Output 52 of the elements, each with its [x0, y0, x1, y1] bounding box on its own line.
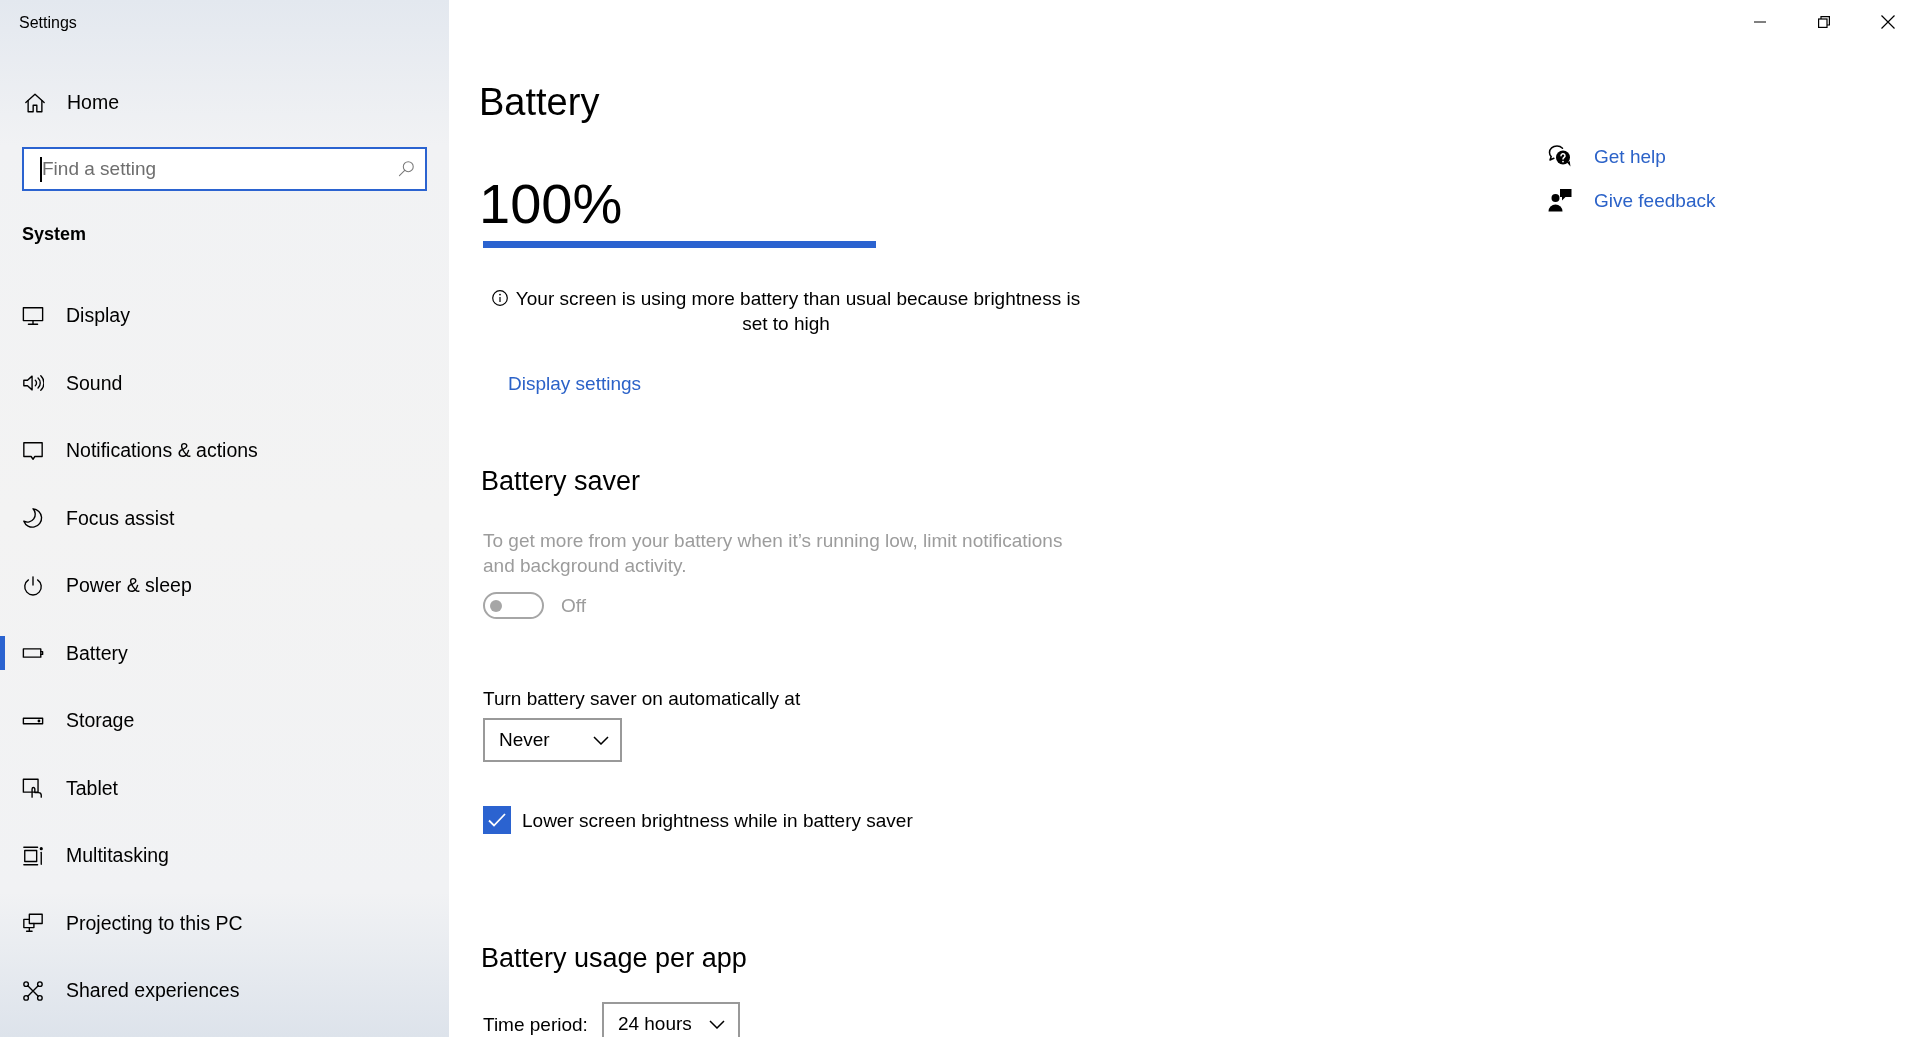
checkbox-label: Lower screen brightness while in battery saver [522, 808, 913, 833]
close-icon [1881, 15, 1895, 29]
battery-percentage: 100% [479, 172, 623, 236]
time-period-label: Time period: [483, 1012, 588, 1037]
window-title: Settings [19, 13, 77, 33]
time-period-dropdown[interactable]: 24 hours [601, 1002, 740, 1037]
selection-indicator [0, 636, 5, 671]
multitask-icon [22, 844, 44, 867]
chevron-down-icon [593, 735, 609, 745]
section-heading: Battery saver [481, 465, 641, 498]
feedback-link[interactable]: Give feedback [1594, 187, 1716, 213]
power-icon [22, 574, 44, 597]
monitors-icon [22, 912, 44, 935]
nav-item[interactable]: Power & sleep [0, 565, 202, 606]
question-bubbles-icon [1548, 144, 1572, 168]
nav-item[interactable]: Display [0, 295, 140, 336]
monitor-icon [22, 304, 44, 327]
restore-icon [1818, 16, 1830, 28]
nav-item[interactable]: Battery [0, 633, 138, 674]
nav-item[interactable]: Storage [0, 700, 145, 741]
toggle-state-label: Off [561, 594, 586, 618]
nav-item[interactable]: Tablet [0, 768, 129, 809]
house-icon [24, 92, 46, 114]
auto-on-label: Turn battery saver on automatically at [483, 687, 801, 711]
nav-item[interactable]: Multitasking [0, 835, 179, 876]
text-cursor [40, 157, 42, 182]
tablet-touch-icon [22, 777, 44, 800]
home-nav-item[interactable]: Home [0, 79, 130, 127]
nav-item[interactable]: Focus assist [0, 498, 185, 539]
battery-saver-description: To get more from your battery when it’s running low, limit notifications and background activity. [483, 529, 1064, 578]
nav-item[interactable]: Notifications & actions [0, 430, 268, 471]
checkbox[interactable] [483, 806, 511, 834]
chevron-down-icon [708, 1019, 725, 1029]
battery-notice: Your screen is using more battery than usual because brightness is set to high [515, 288, 1081, 334]
moon-icon [22, 507, 44, 530]
info-icon [491, 290, 508, 306]
section-title: System [22, 223, 87, 246]
nav-item[interactable]: Shared experiences [0, 970, 250, 1011]
help-link[interactable]: Get help [1594, 143, 1666, 169]
threshold-dropdown[interactable]: Never [483, 718, 622, 762]
connected-nodes-icon [22, 979, 44, 1002]
minimize-icon [1754, 21, 1766, 23]
page-title: Battery [479, 80, 600, 125]
section-heading: Battery usage per app [481, 942, 747, 975]
search-icon [398, 160, 415, 177]
nav-item[interactable]: Sound [0, 363, 133, 404]
speech-bubble-icon [22, 439, 44, 462]
display-settings-link[interactable]: Display settings [508, 371, 642, 396]
person-speech-icon [1548, 188, 1572, 212]
checkmark-icon [488, 813, 506, 827]
nav-item[interactable]: Projecting to this PC [0, 903, 253, 944]
search-field[interactable]: Find a setting [22, 147, 427, 191]
